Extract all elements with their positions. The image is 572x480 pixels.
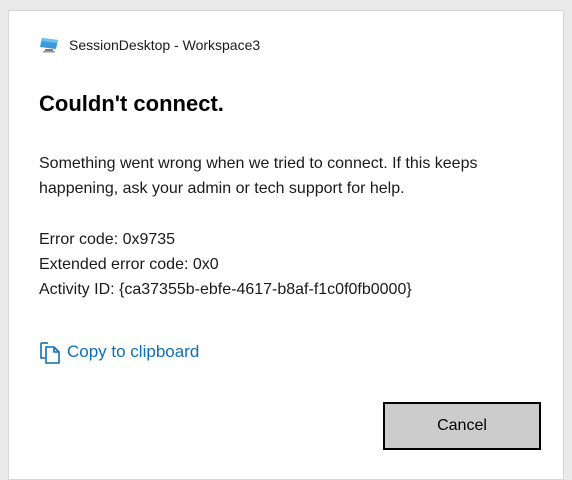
activity-id: Activity ID: {ca37355b-ebfe-4617-b8af-f1… (39, 281, 412, 298)
error-message: Something went wrong when we tried to co… (39, 155, 478, 197)
title-bar: SessionDesktop - Workspace3 (39, 37, 260, 53)
error-dialog: SessionDesktop - Workspace3 Couldn't con… (8, 10, 564, 480)
copy-to-clipboard-label: Copy to clipboard (67, 342, 200, 361)
copy-icon (40, 342, 60, 364)
error-details: Error code: 0x9735 Extended error code: … (39, 227, 539, 302)
copy-to-clipboard-link[interactable]: Copy to clipboard (39, 339, 199, 365)
dialog-heading: Couldn't connect. (39, 91, 224, 116)
extended-error-code: Extended error code: 0x0 (39, 256, 219, 273)
window-title: SessionDesktop - Workspace3 (69, 37, 261, 53)
monitor-icon (40, 38, 58, 53)
error-code: Error code: 0x9735 (39, 231, 176, 248)
cancel-button[interactable]: Cancel (383, 402, 541, 450)
